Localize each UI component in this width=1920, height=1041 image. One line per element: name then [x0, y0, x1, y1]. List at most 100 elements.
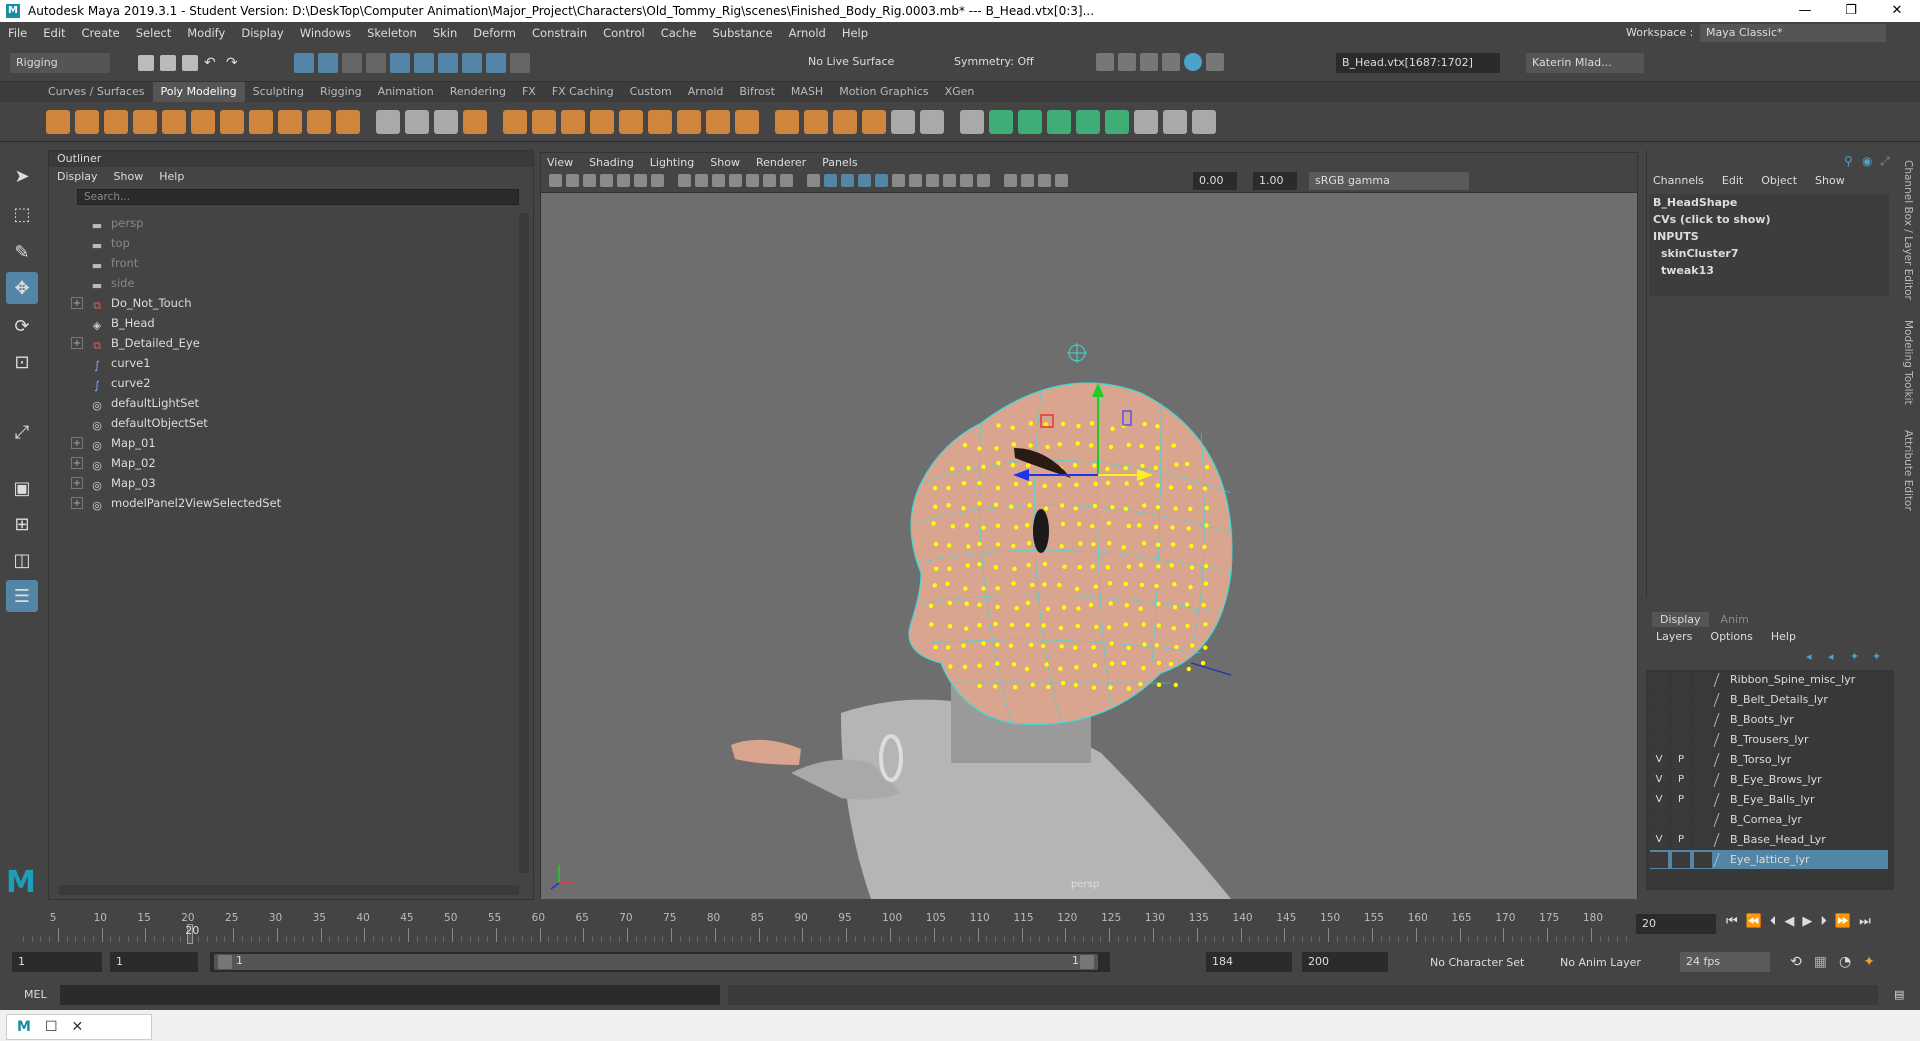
viewport-scene[interactable]: persp [541, 193, 1637, 899]
save-scene-icon[interactable] [182, 55, 198, 71]
boolean-icon[interactable] [833, 110, 857, 134]
gamma-field[interactable]: 1.00 [1253, 172, 1297, 190]
outliner-menu-display[interactable]: Display [57, 170, 98, 183]
user-account-button[interactable]: Katerin Mlad... [1526, 53, 1644, 73]
outliner-item[interactable]: ◈ B_Head [49, 313, 155, 333]
svg-icon[interactable] [336, 110, 360, 134]
channelbox-menu-channels[interactable]: Channels [1653, 174, 1704, 187]
layer-display-type[interactable] [1694, 731, 1712, 748]
safe-action-icon[interactable] [763, 174, 776, 187]
layer-color-icon[interactable] [1713, 792, 1729, 807]
layer-row[interactable]: B_Boots_lyr [1650, 710, 1888, 730]
layer-menu-help[interactable]: Help [1771, 630, 1796, 643]
move-tool-icon[interactable]: ✥ [6, 272, 38, 304]
layer-playback-toggle[interactable]: P [1672, 831, 1690, 848]
outliner-item[interactable]: ▬ side [49, 273, 135, 293]
step-forward-key-icon[interactable]: ⏩ [1835, 914, 1851, 929]
viewport-menu-show[interactable]: Show [710, 156, 740, 169]
layer-row[interactable]: B_Belt_Details_lyr [1650, 690, 1888, 710]
viewport-menu-view[interactable]: View [547, 156, 573, 169]
layer-row[interactable]: Eye_lattice_lyr [1650, 850, 1888, 870]
close-small-icon[interactable]: ✕ [72, 1019, 84, 1035]
color-space-dropdown[interactable]: sRGB gamma [1309, 172, 1469, 190]
xray-icon[interactable] [1021, 174, 1034, 187]
layer-color-icon[interactable] [1713, 752, 1729, 767]
append-icon[interactable] [735, 110, 759, 134]
select-by-object-icon[interactable] [318, 53, 338, 73]
menuset-dropdown[interactable]: Rigging [10, 53, 110, 73]
mel-input[interactable] [60, 985, 720, 1005]
shelf-tab-custom[interactable]: Custom [622, 82, 680, 102]
layer-color-icon[interactable] [1713, 832, 1729, 847]
layer-visibility-toggle[interactable] [1650, 671, 1668, 688]
menu-control[interactable]: Control [595, 26, 653, 40]
quad-draw-icon[interactable] [989, 110, 1013, 134]
outliner-item[interactable]: + ◎ modelPanel2ViewSelectedSet [49, 493, 281, 513]
xray-joints-icon[interactable] [1038, 174, 1051, 187]
select-camera-icon[interactable] [549, 174, 562, 187]
exposure-field[interactable]: 0.00 [1193, 172, 1237, 190]
bookmark-icon[interactable] [600, 174, 613, 187]
sphere-icon[interactable] [46, 110, 70, 134]
layer-tab-anim[interactable]: Anim [1713, 612, 1757, 627]
channelbox-icon-b[interactable]: ◉ [1862, 154, 1874, 168]
layer-playback-toggle[interactable] [1672, 691, 1690, 708]
shelf-tab-bifrost[interactable]: Bifrost [731, 82, 783, 102]
step-forward-frame-icon[interactable]: ⏵ [1820, 914, 1827, 929]
open-scene-icon[interactable] [160, 55, 176, 71]
snap-curve-icon[interactable] [366, 53, 386, 73]
uv-editor-icon[interactable] [1018, 110, 1042, 134]
fps-dropdown[interactable]: 24 fps [1680, 952, 1770, 972]
xray-active-icon[interactable] [1055, 174, 1068, 187]
maximize-button[interactable]: ❐ [1828, 0, 1874, 22]
move-layer-up-icon[interactable]: ◂ [1806, 650, 1820, 664]
layer-playback-toggle[interactable]: P [1672, 751, 1690, 768]
layer-visibility-toggle[interactable]: V [1650, 771, 1668, 788]
lasso-tool-icon[interactable]: ⬚ [6, 198, 38, 230]
play-backward-icon[interactable]: ◀ [1784, 914, 1794, 929]
playback-end-field[interactable]: 184 [1206, 952, 1292, 972]
platonic-icon[interactable] [249, 110, 273, 134]
collapse-icon[interactable] [862, 110, 886, 134]
shelf-tab-mash[interactable]: MASH [783, 82, 831, 102]
menu-display[interactable]: Display [233, 26, 291, 40]
step-back-frame-icon[interactable]: ⏴ [1770, 914, 1777, 929]
paint-select-icon[interactable]: ✎ [6, 236, 38, 268]
cylinder-icon[interactable] [104, 110, 128, 134]
poke-icon[interactable] [775, 110, 799, 134]
torus-icon[interactable] [162, 110, 186, 134]
select-tool-icon[interactable]: ➤ [6, 160, 38, 192]
2d-pan-icon[interactable] [634, 174, 647, 187]
shelf-tab-arnold[interactable]: Arnold [680, 82, 732, 102]
new-layer-selected-icon[interactable]: ✦ [1872, 650, 1886, 664]
smooth-icon[interactable] [532, 110, 556, 134]
textured-icon[interactable] [875, 174, 888, 187]
outliner-item[interactable]: + ◎ Map_01 [49, 433, 156, 453]
go-to-end-icon[interactable]: ⏭ [1859, 914, 1871, 929]
expand-icon[interactable]: + [71, 477, 83, 489]
range-handle[interactable]: 1 184 [214, 954, 1098, 970]
layer-visibility-toggle[interactable] [1650, 731, 1668, 748]
viewport-menu-lighting[interactable]: Lighting [650, 156, 694, 169]
menu-skin[interactable]: Skin [425, 26, 465, 40]
outliner-menu-help[interactable]: Help [159, 170, 184, 183]
multi-cut-icon[interactable] [891, 110, 915, 134]
outliner-search-input[interactable]: Search... [77, 189, 519, 205]
layer-display-type[interactable] [1694, 791, 1712, 808]
grid-icon[interactable] [678, 174, 691, 187]
menu-create[interactable]: Create [74, 26, 128, 40]
extrude-icon[interactable] [677, 110, 701, 134]
new-scene-icon[interactable] [138, 55, 154, 71]
layer-playback-toggle[interactable] [1672, 731, 1690, 748]
film-gate-icon[interactable] [695, 174, 708, 187]
layer-row[interactable]: V P B_Torso_lyr [1650, 750, 1888, 770]
layer-visibility-toggle[interactable] [1650, 691, 1668, 708]
layer-visibility-toggle[interactable] [1650, 851, 1668, 868]
hypershade-icon[interactable] [1184, 53, 1202, 71]
isolate-select-icon[interactable] [1004, 174, 1017, 187]
layer-display-type[interactable] [1694, 711, 1712, 728]
superellipse-icon[interactable] [278, 110, 302, 134]
layer-menu-layers[interactable]: Layers [1656, 630, 1692, 643]
layer-display-type[interactable] [1694, 811, 1712, 828]
layer-display-type[interactable] [1694, 831, 1712, 848]
